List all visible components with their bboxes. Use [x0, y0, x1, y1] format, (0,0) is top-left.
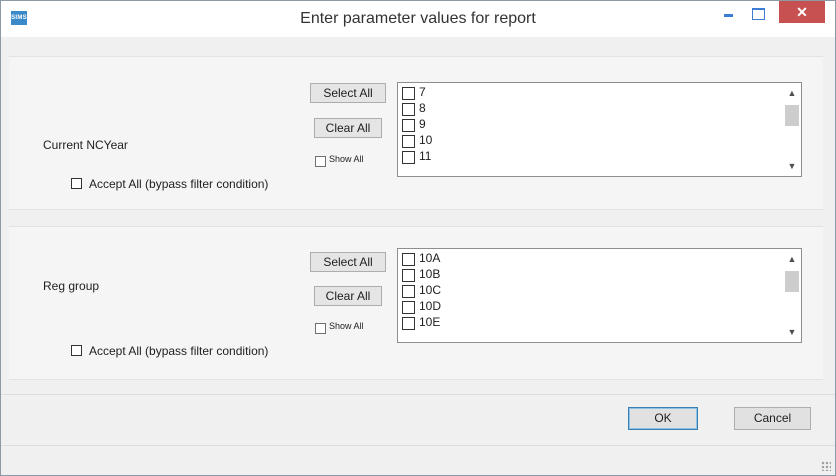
ok-button[interactable]: OK: [628, 407, 698, 430]
scroll-thumb[interactable]: [785, 271, 799, 292]
item-label: 10B: [419, 267, 441, 281]
clear-all-button[interactable]: Clear All: [314, 118, 382, 138]
list-item[interactable]: 10E: [398, 315, 778, 331]
parameter-panel-current-ncyear: Current NCYear Select All Clear All Show…: [9, 56, 823, 210]
value-checklist[interactable]: 10A 10B 10C 10D 10E ▲ ▼: [397, 248, 802, 343]
list-item[interactable]: 10D: [398, 299, 778, 315]
item-label: 9: [419, 117, 426, 131]
item-label: 10: [419, 133, 433, 147]
window-title: Enter parameter values for report: [300, 10, 536, 27]
status-strip: [1, 445, 835, 475]
list-item[interactable]: 8: [398, 101, 778, 117]
minimize-button[interactable]: [715, 1, 741, 25]
accept-all-checkbox[interactable]: [71, 345, 82, 356]
scroll-thumb[interactable]: [785, 105, 799, 126]
item-checkbox[interactable]: [402, 135, 415, 148]
parameter-label: Reg group: [43, 279, 100, 293]
resize-grip-icon[interactable]: [821, 461, 831, 471]
footer-divider: [1, 394, 835, 395]
scroll-down-icon[interactable]: ▼: [783, 324, 801, 340]
list-item[interactable]: 11: [398, 149, 778, 165]
item-label: 10A: [419, 251, 441, 265]
show-all-checkbox[interactable]: [315, 156, 326, 167]
list-item[interactable]: 10: [398, 133, 778, 149]
item-label: 7: [419, 85, 426, 99]
item-label: 10C: [419, 283, 442, 297]
item-checkbox[interactable]: [402, 301, 415, 314]
title-bar[interactable]: SIMS Enter parameter values for report ✕: [1, 1, 835, 37]
item-checkbox[interactable]: [402, 317, 415, 330]
report-parameters-dialog: SIMS Enter parameter values for report ✕…: [0, 0, 836, 476]
maximize-button[interactable]: [745, 1, 771, 25]
vertical-scrollbar[interactable]: ▲ ▼: [783, 83, 801, 176]
list-item[interactable]: 7: [398, 85, 778, 101]
list-item[interactable]: 10A: [398, 251, 778, 267]
scroll-up-icon[interactable]: ▲: [783, 85, 801, 101]
accept-all-label: Accept All (bypass filter condition): [89, 177, 269, 191]
vertical-scrollbar[interactable]: ▲ ▼: [783, 249, 801, 342]
list-item[interactable]: 10B: [398, 267, 778, 283]
item-label: 11: [419, 149, 432, 163]
parameter-panel-reg-group: Reg group Select All Clear All Show All …: [9, 226, 823, 380]
parameter-label: Current NCYear: [43, 138, 128, 152]
accept-all-checkbox[interactable]: [71, 178, 82, 189]
item-label: 10E: [419, 315, 441, 329]
show-all-checkbox[interactable]: [315, 323, 326, 334]
item-checkbox[interactable]: [402, 269, 415, 282]
item-checkbox[interactable]: [402, 285, 415, 298]
value-checklist[interactable]: 7 8 9 10 11 ▲ ▼: [397, 82, 802, 177]
item-checkbox[interactable]: [402, 87, 415, 100]
item-checkbox[interactable]: [402, 103, 415, 116]
scroll-down-icon[interactable]: ▼: [783, 158, 801, 174]
cancel-button[interactable]: Cancel: [734, 407, 811, 430]
select-all-button[interactable]: Select All: [310, 83, 386, 103]
list-item[interactable]: 9: [398, 117, 778, 133]
select-all-button[interactable]: Select All: [310, 252, 386, 272]
scroll-up-icon[interactable]: ▲: [783, 251, 801, 267]
show-all-label: Show All: [329, 154, 364, 164]
list-item[interactable]: 10C: [398, 283, 778, 299]
item-label: 8: [419, 101, 426, 115]
item-checkbox[interactable]: [402, 151, 415, 164]
close-button[interactable]: ✕: [779, 1, 825, 23]
item-checkbox[interactable]: [402, 253, 415, 266]
clear-all-button[interactable]: Clear All: [314, 286, 382, 306]
item-checkbox[interactable]: [402, 119, 415, 132]
accept-all-label: Accept All (bypass filter condition): [89, 344, 269, 358]
item-label: 10D: [419, 299, 442, 313]
show-all-label: Show All: [329, 321, 364, 331]
